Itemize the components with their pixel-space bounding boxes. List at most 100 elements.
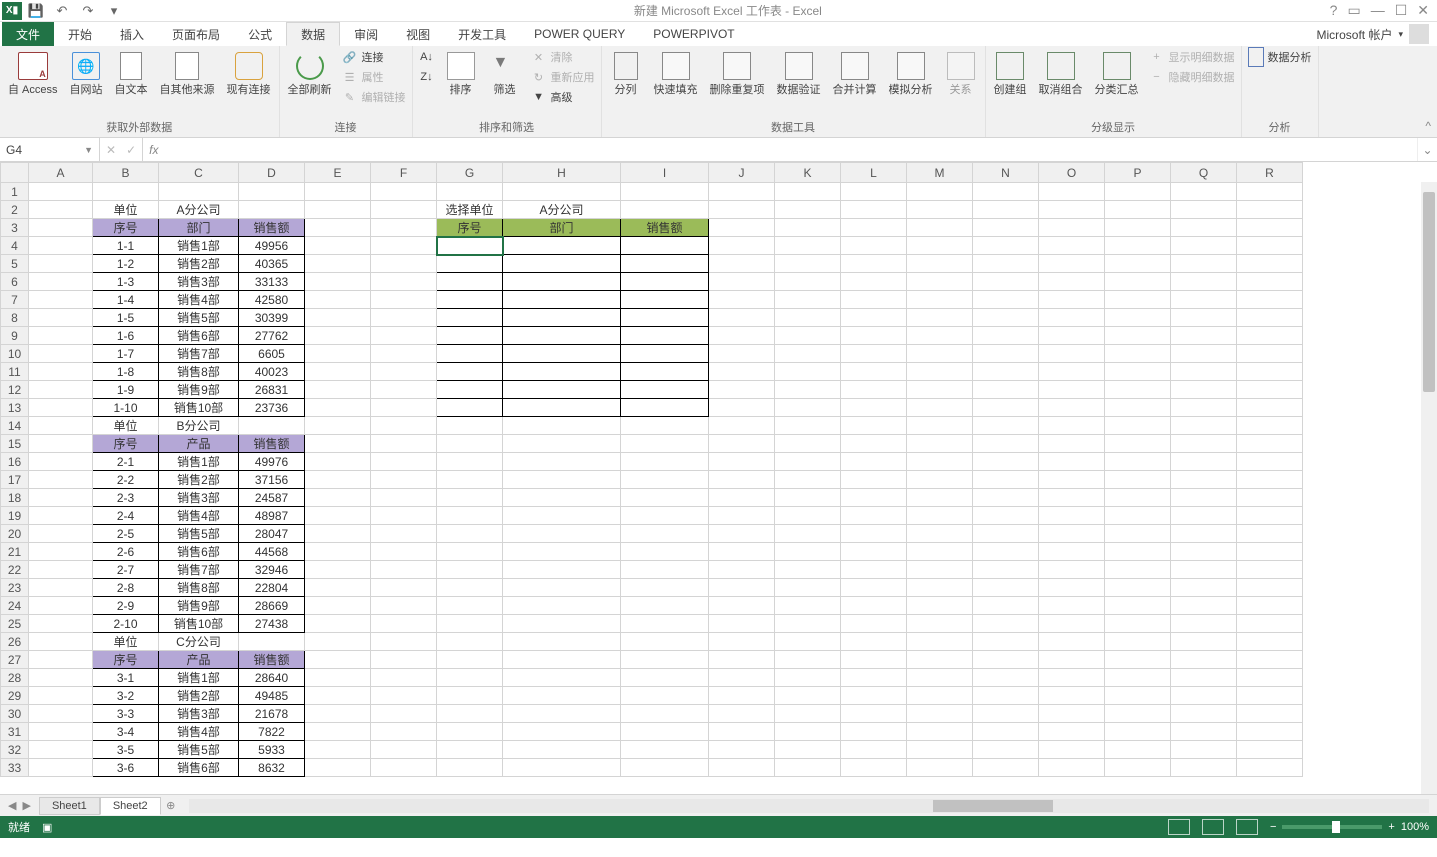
cell-D4[interactable]: 49956	[239, 237, 305, 255]
cell-J9[interactable]	[709, 327, 775, 345]
cell-H21[interactable]	[503, 543, 621, 561]
cell-L30[interactable]	[841, 705, 907, 723]
cell-R33[interactable]	[1237, 759, 1303, 777]
cell-L9[interactable]	[841, 327, 907, 345]
cell-P2[interactable]	[1105, 201, 1171, 219]
cell-F24[interactable]	[371, 597, 437, 615]
cell-M33[interactable]	[907, 759, 973, 777]
cell-I5[interactable]	[621, 255, 709, 273]
cell-H29[interactable]	[503, 687, 621, 705]
cell-M29[interactable]	[907, 687, 973, 705]
cell-F28[interactable]	[371, 669, 437, 687]
cell-M13[interactable]	[907, 399, 973, 417]
cell-C23[interactable]: 销售8部	[159, 579, 239, 597]
cell-F26[interactable]	[371, 633, 437, 651]
cell-M7[interactable]	[907, 291, 973, 309]
cell-F29[interactable]	[371, 687, 437, 705]
cell-D12[interactable]: 26831	[239, 381, 305, 399]
cell-H27[interactable]	[503, 651, 621, 669]
cell-P25[interactable]	[1105, 615, 1171, 633]
cell-K27[interactable]	[775, 651, 841, 669]
cell-E22[interactable]	[305, 561, 371, 579]
cell-C21[interactable]: 销售6部	[159, 543, 239, 561]
cell-Q14[interactable]	[1171, 417, 1237, 435]
cell-M31[interactable]	[907, 723, 973, 741]
cell-I14[interactable]	[621, 417, 709, 435]
cell-R28[interactable]	[1237, 669, 1303, 687]
row-header-33[interactable]: 33	[1, 759, 29, 777]
cell-Q24[interactable]	[1171, 597, 1237, 615]
col-header-N[interactable]: N	[973, 163, 1039, 183]
show-detail-button[interactable]: +显示明细数据	[1147, 48, 1237, 66]
cell-N16[interactable]	[973, 453, 1039, 471]
cell-R18[interactable]	[1237, 489, 1303, 507]
cell-A32[interactable]	[29, 741, 93, 759]
cell-G22[interactable]	[437, 561, 503, 579]
cell-P26[interactable]	[1105, 633, 1171, 651]
properties-button[interactable]: ☰属性	[340, 68, 408, 86]
cell-N25[interactable]	[973, 615, 1039, 633]
cell-K13[interactable]	[775, 399, 841, 417]
row-header-26[interactable]: 26	[1, 633, 29, 651]
cell-R26[interactable]	[1237, 633, 1303, 651]
cell-H18[interactable]	[503, 489, 621, 507]
col-header-D[interactable]: D	[239, 163, 305, 183]
tab-powerpivot[interactable]: POWERPIVOT	[639, 22, 748, 46]
row-header-29[interactable]: 29	[1, 687, 29, 705]
cell-C6[interactable]: 销售3部	[159, 273, 239, 291]
cell-C20[interactable]: 销售5部	[159, 525, 239, 543]
from-web-button[interactable]: 自网站	[66, 48, 107, 98]
cell-D21[interactable]: 44568	[239, 543, 305, 561]
cell-H12[interactable]	[503, 381, 621, 399]
cell-K20[interactable]	[775, 525, 841, 543]
cell-R16[interactable]	[1237, 453, 1303, 471]
cell-L33[interactable]	[841, 759, 907, 777]
cell-H17[interactable]	[503, 471, 621, 489]
cell-C25[interactable]: 销售10部	[159, 615, 239, 633]
cell-R3[interactable]	[1237, 219, 1303, 237]
cell-I18[interactable]	[621, 489, 709, 507]
tab-view[interactable]: 视图	[392, 22, 444, 46]
col-header-K[interactable]: K	[775, 163, 841, 183]
cell-R7[interactable]	[1237, 291, 1303, 309]
cell-O16[interactable]	[1039, 453, 1105, 471]
cell-F4[interactable]	[371, 237, 437, 255]
cell-H3[interactable]: 部门	[503, 219, 621, 237]
cell-L15[interactable]	[841, 435, 907, 453]
cell-C15[interactable]: 产品	[159, 435, 239, 453]
cell-G19[interactable]	[437, 507, 503, 525]
macro-record-icon[interactable]: ▣	[42, 821, 52, 834]
cell-J19[interactable]	[709, 507, 775, 525]
cell-H25[interactable]	[503, 615, 621, 633]
cell-M15[interactable]	[907, 435, 973, 453]
cell-O29[interactable]	[1039, 687, 1105, 705]
cell-N28[interactable]	[973, 669, 1039, 687]
cell-P11[interactable]	[1105, 363, 1171, 381]
col-header-H[interactable]: H	[503, 163, 621, 183]
cell-B12[interactable]: 1-9	[93, 381, 159, 399]
cell-J27[interactable]	[709, 651, 775, 669]
cell-M32[interactable]	[907, 741, 973, 759]
cell-O26[interactable]	[1039, 633, 1105, 651]
cell-A5[interactable]	[29, 255, 93, 273]
row-header-10[interactable]: 10	[1, 345, 29, 363]
col-header-B[interactable]: B	[93, 163, 159, 183]
cell-R23[interactable]	[1237, 579, 1303, 597]
minimize-button[interactable]: —	[1371, 2, 1385, 19]
col-header-I[interactable]: I	[621, 163, 709, 183]
cell-K18[interactable]	[775, 489, 841, 507]
normal-view-button[interactable]	[1168, 819, 1190, 835]
cell-L11[interactable]	[841, 363, 907, 381]
cell-G8[interactable]	[437, 309, 503, 327]
subtotal-button[interactable]: 分类汇总	[1091, 48, 1143, 98]
cell-F3[interactable]	[371, 219, 437, 237]
cell-H11[interactable]	[503, 363, 621, 381]
cell-B17[interactable]: 2-2	[93, 471, 159, 489]
data-analysis-button[interactable]: 数据分析	[1246, 48, 1314, 66]
cell-F15[interactable]	[371, 435, 437, 453]
col-header-L[interactable]: L	[841, 163, 907, 183]
cell-P6[interactable]	[1105, 273, 1171, 291]
cell-Q3[interactable]	[1171, 219, 1237, 237]
cell-F30[interactable]	[371, 705, 437, 723]
cell-N14[interactable]	[973, 417, 1039, 435]
